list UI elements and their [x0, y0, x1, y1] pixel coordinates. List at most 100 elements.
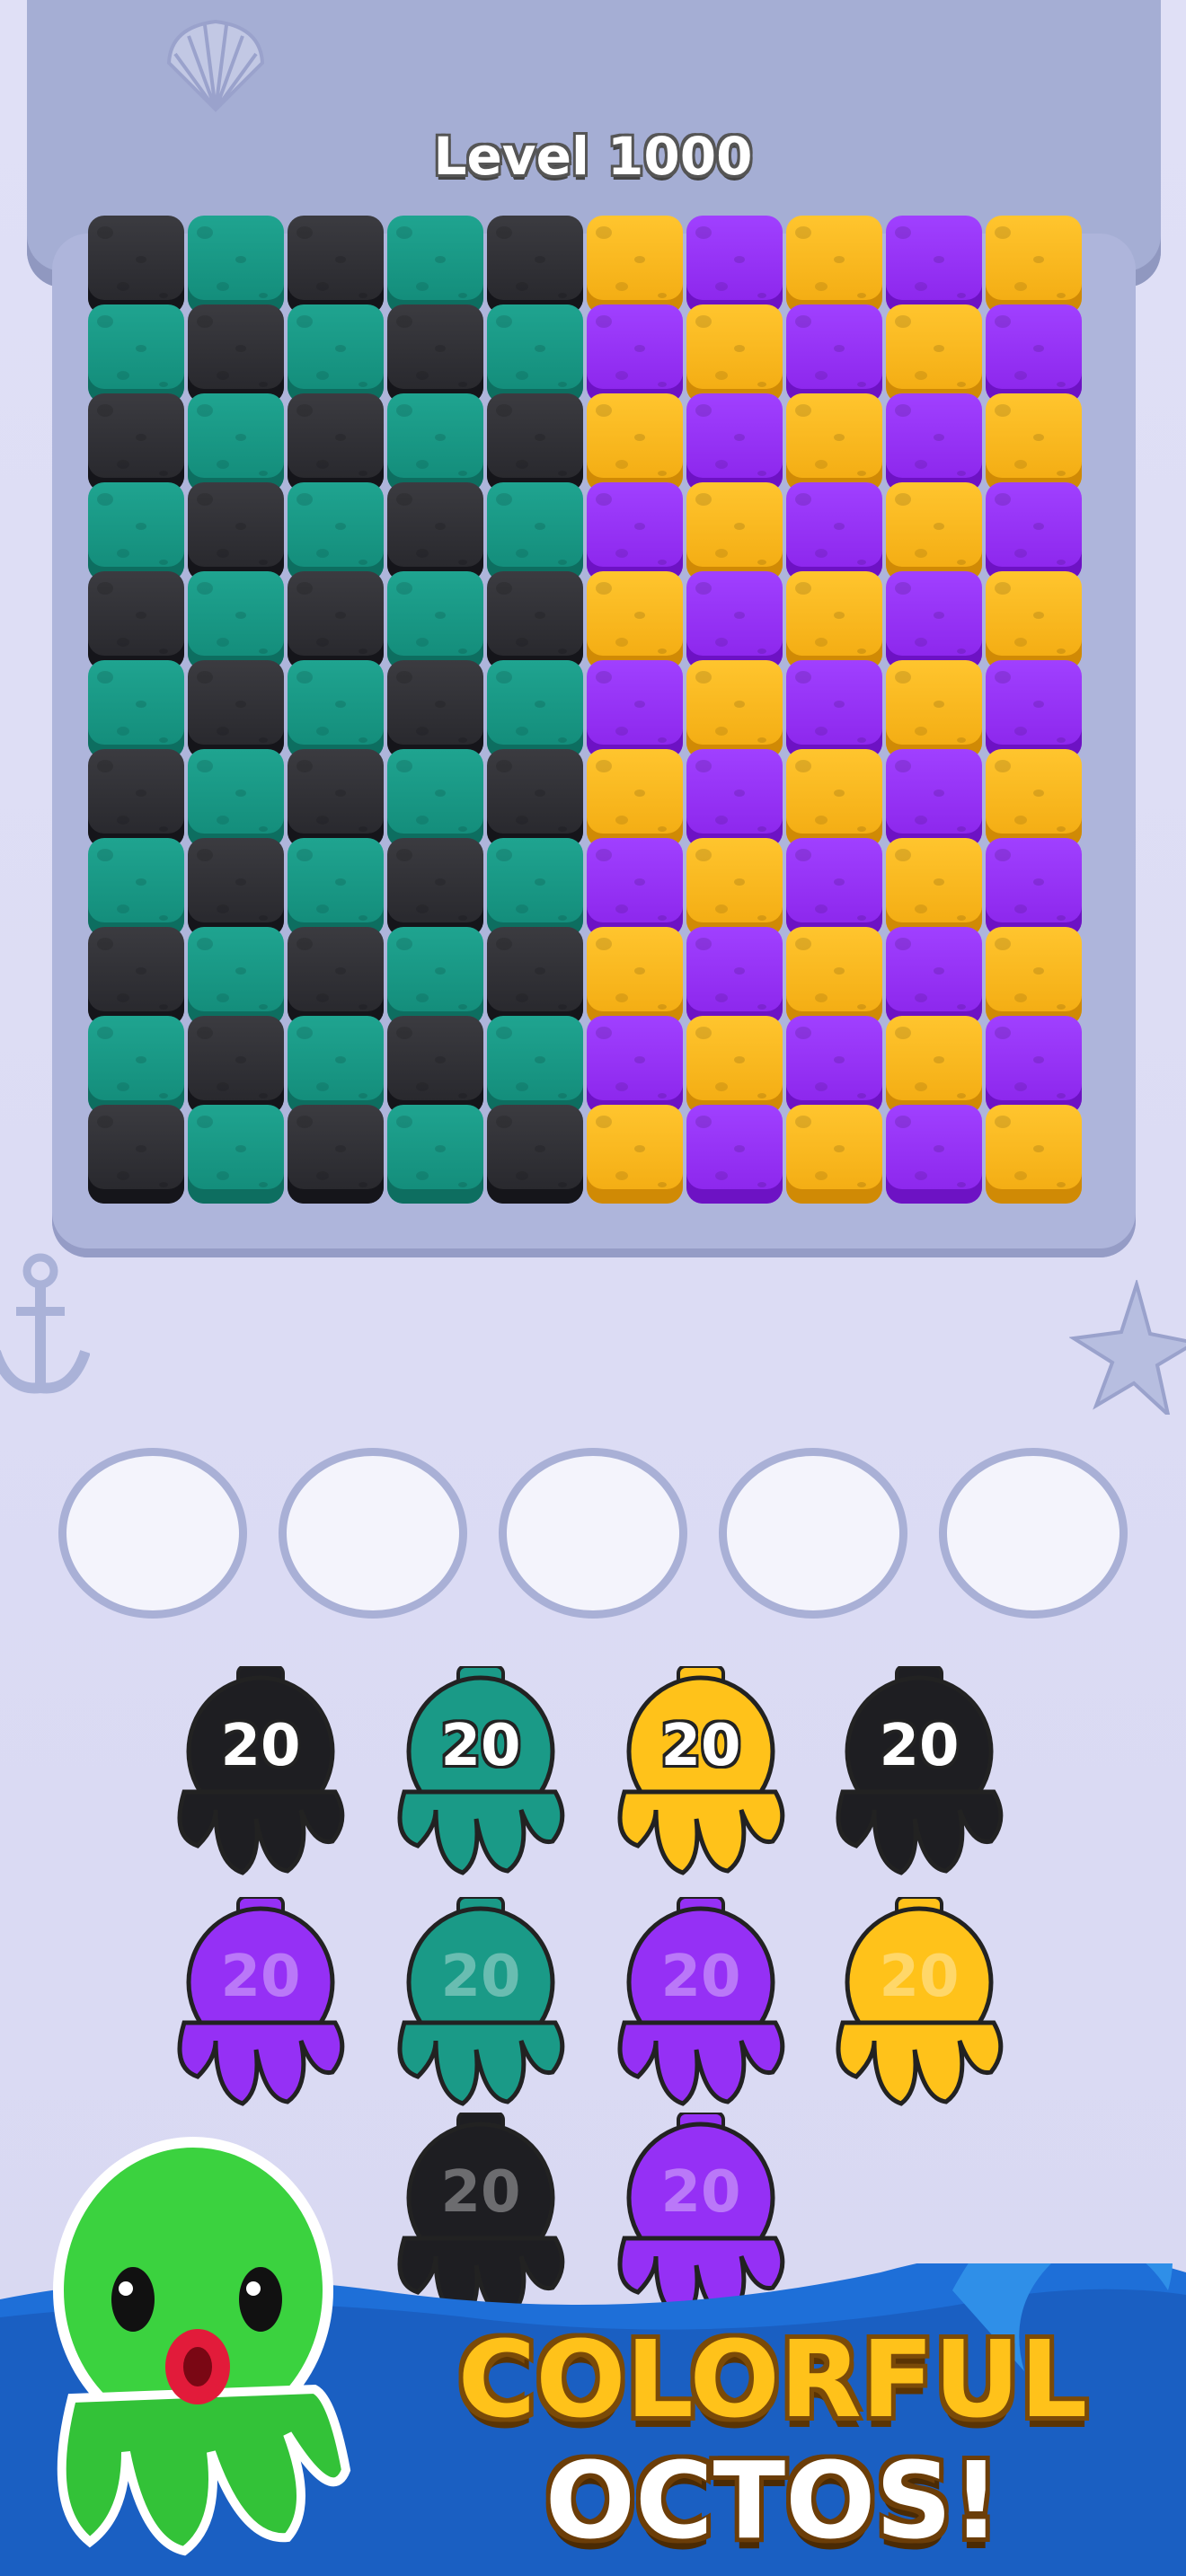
cube-yellow	[587, 749, 683, 848]
cube-teal	[288, 838, 384, 937]
cube-purple	[686, 393, 783, 492]
cube-purple	[986, 660, 1082, 759]
cube-black	[288, 393, 384, 492]
cube-purple	[686, 571, 783, 670]
cube-teal	[188, 927, 284, 1026]
cube-black	[88, 927, 184, 1026]
cube-black	[88, 393, 184, 492]
octopus-count: 20	[879, 1713, 960, 1779]
cube-teal	[487, 1016, 583, 1115]
cube-teal	[387, 571, 483, 670]
cube-black	[288, 749, 384, 848]
octopus-count: 20	[440, 1944, 521, 2010]
empty-slot	[939, 1448, 1128, 1619]
cube-purple	[786, 1016, 882, 1115]
cube-purple	[686, 927, 783, 1026]
cube-black	[288, 927, 384, 1026]
cube-black	[88, 571, 184, 670]
octopus-count: 20	[660, 1944, 741, 2010]
cube-yellow	[686, 1016, 783, 1115]
cube-black	[487, 927, 583, 1026]
cube-black	[487, 571, 583, 670]
octopus-black[interactable]: 20	[825, 1664, 1013, 1882]
cube-purple	[786, 838, 882, 937]
octopus-black[interactable]: 20	[166, 1664, 355, 1882]
cube-teal	[188, 749, 284, 848]
cube-black	[387, 482, 483, 581]
empty-slot	[499, 1448, 687, 1619]
cube-teal	[387, 393, 483, 492]
cube-purple	[686, 749, 783, 848]
cube-black	[88, 749, 184, 848]
cube-yellow	[786, 1105, 882, 1204]
octopus-purple: 20	[606, 1895, 795, 2113]
cube-yellow	[886, 304, 982, 403]
cube-black	[188, 660, 284, 759]
cube-black	[387, 838, 483, 937]
empty-slot	[719, 1448, 907, 1619]
cube-yellow	[786, 216, 882, 314]
octopus-yellow[interactable]: 20	[606, 1664, 795, 1882]
cube-yellow	[786, 749, 882, 848]
cube-black	[487, 216, 583, 314]
octopus-purple: 20	[166, 1895, 355, 2113]
cube-teal	[387, 927, 483, 1026]
cube-teal	[188, 393, 284, 492]
cube-black	[288, 1105, 384, 1204]
cube-yellow	[786, 927, 882, 1026]
cube-purple	[587, 304, 683, 403]
shell-icon	[166, 19, 265, 112]
cube-purple	[587, 660, 683, 759]
octopus-count: 20	[440, 2159, 521, 2226]
starfish-icon	[1069, 1280, 1186, 1415]
cube-purple	[686, 1105, 783, 1204]
cube-yellow	[587, 1105, 683, 1204]
cube-purple	[587, 838, 683, 937]
cube-black	[188, 304, 284, 403]
cube-purple	[587, 1016, 683, 1115]
cube-grid[interactable]	[85, 216, 1101, 1214]
octopus-count: 20	[660, 2159, 741, 2226]
cube-teal	[387, 1105, 483, 1204]
cube-black	[288, 571, 384, 670]
cube-black	[88, 216, 184, 314]
cube-teal	[387, 749, 483, 848]
empty-slot	[279, 1448, 467, 1619]
cube-yellow	[587, 393, 683, 492]
cube-teal	[288, 304, 384, 403]
cube-yellow	[587, 927, 683, 1026]
cube-black	[288, 216, 384, 314]
cube-teal	[188, 216, 284, 314]
cube-teal	[487, 838, 583, 937]
cube-yellow	[587, 216, 683, 314]
cube-black	[188, 1016, 284, 1115]
octopus-count: 20	[440, 1713, 521, 1779]
cube-yellow	[886, 660, 982, 759]
cube-purple	[986, 1016, 1082, 1115]
cube-purple	[886, 393, 982, 492]
cube-black	[487, 1105, 583, 1204]
cube-black	[387, 660, 483, 759]
cube-yellow	[986, 927, 1082, 1026]
cube-teal	[88, 482, 184, 581]
cube-teal	[88, 660, 184, 759]
cube-yellow	[886, 482, 982, 581]
cube-yellow	[986, 216, 1082, 314]
cube-purple	[886, 927, 982, 1026]
cube-teal	[188, 1105, 284, 1204]
cube-teal	[487, 482, 583, 581]
cube-purple	[886, 216, 982, 314]
cube-purple	[686, 216, 783, 314]
cube-yellow	[986, 1105, 1082, 1204]
cube-purple	[786, 660, 882, 759]
octopus-teal[interactable]: 20	[386, 1664, 575, 1882]
empty-slot	[58, 1448, 247, 1619]
octopus-mascot-icon	[53, 2137, 351, 2556]
octopus-count: 20	[220, 1944, 301, 2010]
cube-purple	[886, 571, 982, 670]
promo-line-1: COLORFUL	[457, 2317, 1088, 2441]
cube-teal	[288, 660, 384, 759]
octopus-yellow: 20	[825, 1895, 1013, 2113]
cube-purple	[886, 749, 982, 848]
cube-yellow	[886, 1016, 982, 1115]
